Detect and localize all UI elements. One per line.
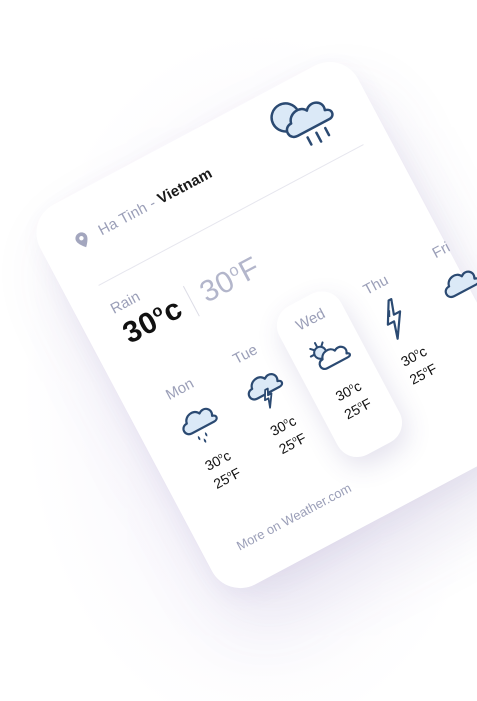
location-row[interactable]: Ha Tinh - Vietnam <box>72 164 215 252</box>
day-name: Fri <box>429 238 453 263</box>
day-name: Wed <box>293 305 329 335</box>
location-country: Vietnam <box>154 164 215 208</box>
day-name: Mon <box>163 375 197 404</box>
temp-separator <box>183 285 200 317</box>
location-text: Ha Tinh - Vietnam <box>95 164 215 238</box>
location-pin-icon <box>75 232 88 248</box>
cloud-rain-icon <box>182 407 218 443</box>
lightning-icon <box>386 297 402 340</box>
cloud-lightning-icon <box>247 373 284 409</box>
stage: Ha Tinh - Vietnam Rain 30oc 30oF Mon 30o… <box>0 0 477 701</box>
cloud-sun-rain-icon <box>270 101 334 146</box>
location-city: Ha Tinh - <box>95 194 159 239</box>
weather-card: Ha Tinh - Vietnam Rain 30oc 30oF Mon 30o… <box>25 50 477 600</box>
cloud-icon <box>444 270 477 299</box>
day-name: Tue <box>230 341 261 369</box>
sun-cloud-icon <box>309 341 351 371</box>
day-name: Thu <box>360 271 392 299</box>
